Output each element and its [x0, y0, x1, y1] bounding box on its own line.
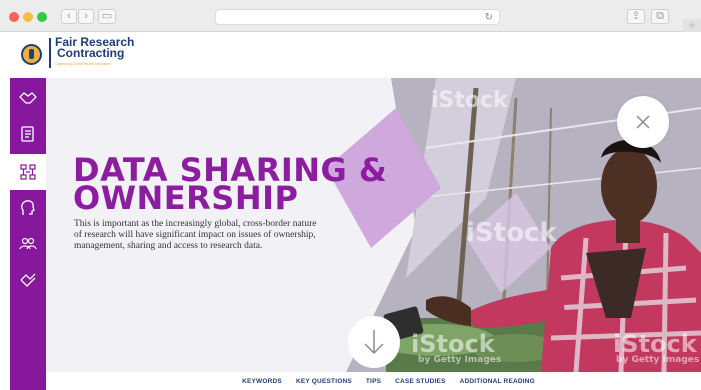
- logo-tagline: Optimising Global Health Innovation: [55, 62, 111, 66]
- scroll-down-button[interactable]: [348, 316, 400, 368]
- reload-icon[interactable]: ↻: [485, 10, 493, 25]
- section-sidebar: [10, 78, 46, 390]
- document-icon: [21, 126, 34, 142]
- share-icon[interactable]: ⇪: [627, 9, 645, 24]
- nav-link-key-questions[interactable]: KEY QUESTIONS: [296, 378, 352, 385]
- back-button[interactable]: ‹: [61, 9, 77, 24]
- close-window-button[interactable]: [9, 12, 19, 22]
- people-icon: [19, 237, 37, 250]
- watermark: iStock: [613, 330, 697, 358]
- nav-link-keywords[interactable]: KEYWORDS: [242, 378, 282, 385]
- section-nav: KEYWORDS KEY QUESTIONS TIPS CASE STUDIES…: [46, 372, 701, 390]
- zoom-window-button[interactable]: [37, 12, 47, 22]
- hero-banner: iStock iStock iStock by Getty Images iSt…: [46, 78, 701, 372]
- logo-emblem-icon[interactable]: [21, 44, 42, 65]
- logo-text[interactable]: Fair Research Contracting: [55, 36, 134, 60]
- watermark: iStock: [411, 330, 495, 358]
- logo-line2: Contracting: [57, 46, 125, 60]
- address-bar[interactable]: ↻: [215, 9, 500, 25]
- nav-link-additional-reading[interactable]: ADDITIONAL READING: [460, 378, 535, 385]
- head-icon: [21, 200, 35, 215]
- page-description: This is important as the increasingly gl…: [74, 219, 317, 251]
- nav-link-case-studies[interactable]: CASE STUDIES: [395, 378, 445, 385]
- sidebar-item-people[interactable]: [10, 226, 46, 262]
- sidebar-item-network[interactable]: [10, 154, 46, 190]
- handshake-icon: [19, 92, 37, 104]
- page-title: DATA SHARING & OWNERSHIP: [73, 154, 387, 214]
- close-button[interactable]: [617, 96, 669, 148]
- new-tab-button[interactable]: +: [683, 19, 701, 32]
- sidebar-item-head[interactable]: [10, 190, 46, 226]
- sidebar-toggle-icon[interactable]: ▭: [98, 9, 116, 24]
- sidebar-item-agreement[interactable]: [10, 262, 46, 298]
- forward-button[interactable]: ›: [78, 9, 94, 24]
- browser-toolbar: ‹ › ▭ ↻ ⇪ ⧉ +: [0, 0, 701, 32]
- site-header: Fair Research Contracting Optimising Glo…: [0, 32, 701, 78]
- network-icon: [20, 164, 36, 180]
- sidebar-item-document[interactable]: [10, 116, 46, 152]
- watermark: iStock: [431, 88, 508, 113]
- close-icon: [636, 115, 650, 129]
- minimize-window-button[interactable]: [23, 12, 33, 22]
- arrow-down-icon: [364, 330, 384, 355]
- watermark: iStock: [466, 218, 557, 248]
- nav-link-tips[interactable]: TIPS: [366, 378, 381, 385]
- tabs-icon[interactable]: ⧉: [651, 9, 669, 24]
- watermark-sub: by Getty Images: [616, 355, 700, 365]
- logo-divider: [49, 38, 51, 68]
- sidebar-item-handshake[interactable]: [10, 80, 46, 116]
- watermark-sub: by Getty Images: [418, 355, 502, 365]
- agreement-icon: [20, 273, 36, 287]
